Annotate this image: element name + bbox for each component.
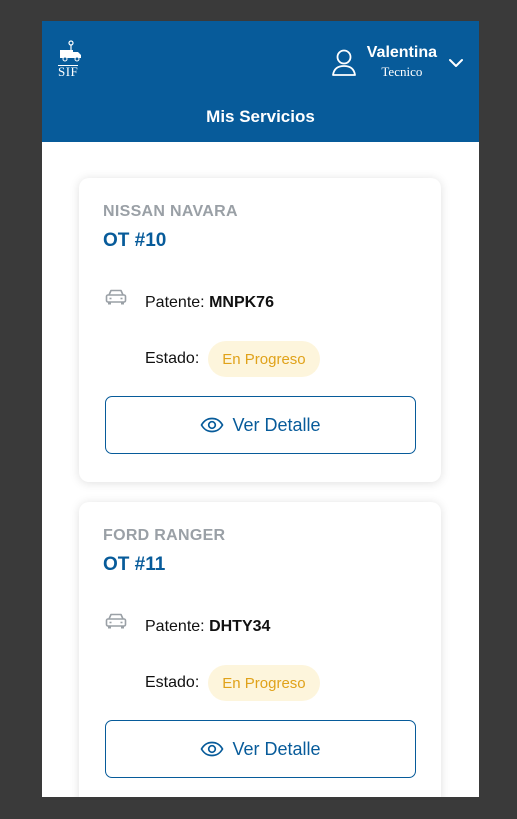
user-name: Valentina	[366, 44, 437, 61]
app-logo[interactable]: SIF	[56, 40, 86, 78]
plate-value: MNPK76	[209, 294, 274, 311]
status-badge: En Progreso	[208, 341, 320, 377]
chevron-down-icon[interactable]	[449, 58, 463, 68]
user-info: Valentina Tecnico	[367, 43, 437, 80]
service-card: FORD RANGER OT #11 Patente: DHTY34 Estad…	[79, 502, 441, 797]
status-label: Estado:	[145, 350, 200, 367]
user-icon	[331, 49, 356, 76]
vehicle-name: FORD RANGER	[103, 527, 226, 544]
user-role: Tecnico	[381, 64, 423, 79]
car-icon	[105, 613, 127, 629]
view-detail-button[interactable]: Ver Detalle	[105, 720, 416, 778]
app-frame: SIF Valentina Tecnico Mis Servicios NISS…	[42, 21, 479, 797]
status-row: Estado: En Progreso	[145, 341, 320, 377]
view-detail-button[interactable]: Ver Detalle	[105, 396, 416, 454]
work-order-number: OT #10	[103, 230, 167, 251]
eye-icon	[200, 741, 224, 757]
status-row: Estado: En Progreso	[145, 665, 320, 701]
car-icon	[105, 289, 127, 305]
view-detail-label: Ver Detalle	[232, 738, 321, 759]
app-header: SIF Valentina Tecnico Mis Servicios	[42, 21, 479, 142]
plate-value: DHTY34	[209, 618, 271, 635]
vehicle-name: NISSAN NAVARA	[103, 203, 238, 220]
user-menu[interactable]: Valentina Tecnico	[331, 43, 463, 83]
status-label: Estado:	[145, 674, 200, 691]
status-badge: En Progreso	[208, 665, 320, 701]
work-order-number: OT #11	[103, 554, 166, 575]
plate-label: Patente:	[145, 294, 205, 311]
logo-text: SIF	[58, 64, 79, 79]
view-detail-label: Ver Detalle	[232, 414, 321, 435]
plate-label: Patente:	[145, 618, 205, 635]
page-title: Mis Servicios	[206, 107, 315, 126]
plate-row: Patente: MNPK76	[145, 294, 274, 312]
plate-row: Patente: DHTY34	[145, 618, 270, 636]
tow-truck-icon	[60, 40, 81, 62]
eye-icon	[200, 417, 224, 433]
service-card: NISSAN NAVARA OT #10 Patente: MNPK76 Est…	[79, 178, 441, 482]
